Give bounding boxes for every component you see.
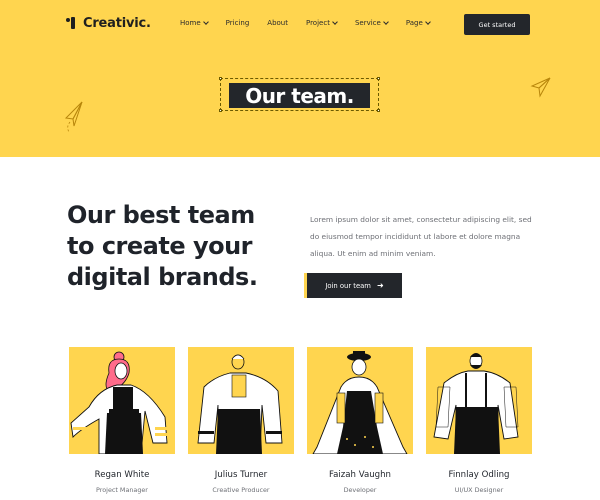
- team-member-photo: [188, 347, 294, 454]
- main-nav: Home Pricing About Project Service Page: [180, 19, 448, 27]
- nav-label: Project: [305, 19, 330, 27]
- logo-mark-icon: [66, 16, 80, 31]
- selection-handle: [377, 77, 380, 80]
- page-title: Our team.: [229, 83, 370, 108]
- team-member-name: Finnlay Odling: [448, 470, 510, 480]
- arrow-right-icon: ➜: [376, 281, 384, 290]
- team-card[interactable]: Julius Turner Creative Producer: [188, 347, 294, 494]
- chevron-down-icon: [424, 19, 431, 25]
- nav-label: About: [267, 19, 288, 27]
- team-member-role: Developer: [343, 486, 377, 494]
- person-illustration-icon: [70, 351, 168, 454]
- nav-label: Page: [405, 19, 423, 27]
- nav-item-service[interactable]: Service: [354, 19, 389, 27]
- team-member-photo: [307, 347, 413, 454]
- team-member-photo: [426, 347, 532, 454]
- paper-plane-icon: [530, 77, 551, 98]
- chevron-down-icon: [202, 19, 209, 25]
- selection-handle: [377, 109, 380, 112]
- nav-item-home[interactable]: Home: [180, 19, 209, 27]
- selection-handle: [219, 109, 222, 112]
- team-card[interactable]: Faizah Vaughn Developer: [307, 347, 413, 494]
- section-heading: Our best team to create your digital bra…: [67, 200, 297, 293]
- person-illustration-icon: [197, 354, 283, 454]
- hero-title-frame: Our team.: [219, 77, 380, 112]
- team-member-role: Creative Producer: [212, 486, 270, 494]
- button-label: Join our team: [325, 281, 371, 290]
- brand-logo[interactable]: Creativic.: [66, 16, 151, 31]
- team-member-role: Project Manager: [96, 486, 148, 494]
- chevron-down-icon: [382, 19, 389, 25]
- heading-line: Our best team: [67, 201, 255, 229]
- chevron-down-icon: [332, 19, 338, 25]
- hero-banner: Creativic. Home Pricing About Project Se…: [0, 0, 600, 157]
- intro-paragraph: Lorem ipsum dolor sit amet, consectetur …: [310, 215, 532, 258]
- team-member-name: Faizah Vaughn: [328, 470, 392, 480]
- team-member-name: Julius Turner: [214, 470, 268, 480]
- person-illustration-icon: [312, 351, 408, 454]
- nav-item-about[interactable]: About: [267, 19, 288, 27]
- team-member-photo: [69, 347, 175, 454]
- team-member-name: Regan White: [94, 470, 150, 480]
- team-card[interactable]: Regan White Project Manager: [69, 347, 175, 494]
- get-started-button[interactable]: Get started: [464, 14, 530, 35]
- nav-label: Service: [354, 19, 381, 27]
- heading-line: digital brands.: [67, 263, 258, 291]
- nav-label: Pricing: [225, 19, 250, 27]
- nav-item-pricing[interactable]: Pricing: [226, 19, 250, 27]
- selection-handle: [219, 77, 222, 80]
- join-our-team-button[interactable]: Join our team ➜: [304, 273, 402, 298]
- team-card[interactable]: Finnlay Odling UI/UX Designer: [426, 347, 532, 494]
- team-member-role: UI/UX Designer: [454, 486, 504, 494]
- person-illustration-icon: [433, 353, 519, 454]
- heading-line: to create your: [67, 232, 253, 260]
- brand-name: Creativic.: [83, 16, 151, 31]
- nav-label: Home: [180, 19, 201, 27]
- paper-plane-icon: [64, 101, 83, 133]
- nav-item-page[interactable]: Page: [405, 19, 431, 27]
- nav-item-project[interactable]: Project: [305, 19, 338, 27]
